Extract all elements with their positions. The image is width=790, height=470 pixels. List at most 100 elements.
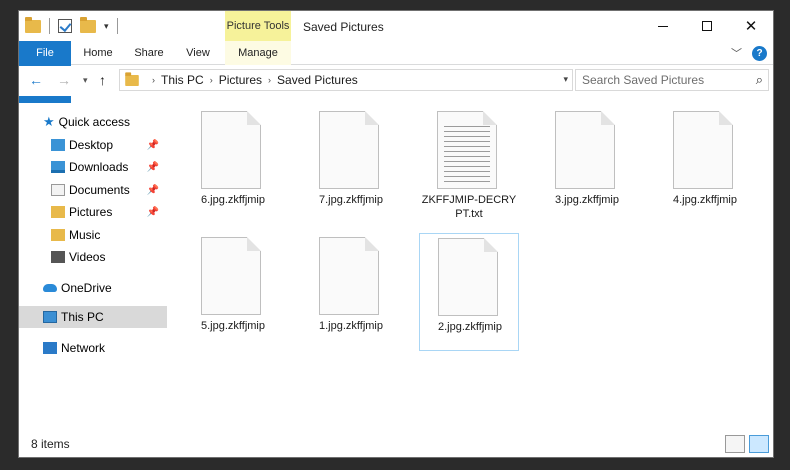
chevron-right-icon[interactable]: ›	[152, 75, 155, 85]
search-box[interactable]: ⌕	[575, 69, 769, 91]
nav-label: Pictures	[69, 205, 113, 219]
videos-icon	[51, 251, 65, 263]
status-bar: 8 items	[19, 433, 773, 457]
file-item[interactable]: ZKFFJMIP-DECRYPT.txt	[419, 107, 519, 225]
star-icon: ★	[43, 114, 55, 129]
breadcrumb-pictures[interactable]: Pictures	[219, 73, 262, 87]
quick-access-toolbar: ▾	[25, 16, 118, 34]
nav-network[interactable]: Network	[19, 337, 167, 359]
blank-file-icon	[673, 111, 733, 189]
file-name: 2.jpg.zkffjmip	[438, 321, 502, 333]
file-item[interactable]: 3.jpg.zkffjmip	[537, 107, 637, 225]
breadcrumb-saved-pictures[interactable]: Saved Pictures	[277, 73, 358, 87]
search-input[interactable]	[582, 73, 742, 87]
file-item[interactable]: 6.jpg.zkffjmip	[183, 107, 283, 225]
nav-downloads[interactable]: Downloads 📌	[19, 156, 167, 178]
pin-icon[interactable]: 📌	[147, 140, 159, 151]
chevron-right-icon[interactable]: ›	[268, 75, 271, 85]
file-item[interactable]: 4.jpg.zkffjmip	[655, 107, 755, 225]
nav-this-pc[interactable]: This PC	[19, 306, 167, 328]
location-folder-icon	[125, 71, 139, 86]
file-name: 1.jpg.zkffjmip	[319, 320, 383, 332]
tab-view[interactable]: View	[177, 41, 219, 65]
nav-quick-access[interactable]: ★ Quick access	[19, 111, 167, 133]
folder-icon[interactable]	[25, 16, 41, 33]
up-arrow-icon[interactable]: ↑	[99, 72, 106, 88]
customize-toolbar-dropdown-icon[interactable]: ▾	[104, 21, 109, 32]
documents-icon	[51, 184, 65, 196]
tab-manage[interactable]: Manage	[225, 41, 291, 65]
file-name: 7.jpg.zkffjmip	[319, 194, 383, 206]
close-button[interactable]: ✕	[729, 11, 773, 41]
file-name: 6.jpg.zkffjmip	[201, 194, 265, 206]
blank-file-icon	[319, 237, 379, 315]
navigation-pane: ★ Quick access Desktop 📌 Downloads 📌 Doc…	[19, 103, 167, 429]
blank-file-icon	[319, 111, 379, 189]
file-name: 4.jpg.zkffjmip	[673, 194, 737, 206]
file-item[interactable]: 1.jpg.zkffjmip	[301, 233, 401, 351]
address-bar[interactable]: › This PC › Pictures › Saved Pictures ▾	[119, 69, 573, 91]
file-item[interactable]: 7.jpg.zkffjmip	[301, 107, 401, 225]
ribbon-right-controls: ﹀ ?	[731, 45, 767, 61]
nav-desktop[interactable]: Desktop 📌	[19, 134, 167, 156]
tab-share[interactable]: Share	[127, 41, 171, 65]
file-name: ZKFFJMIP-DECRYPT.txt	[421, 194, 517, 220]
item-count: 8 items	[31, 437, 70, 451]
new-folder-icon[interactable]	[80, 16, 96, 33]
file-item[interactable]: 5.jpg.zkffjmip	[183, 233, 283, 351]
file-name: 5.jpg.zkffjmip	[201, 320, 265, 332]
file-item-selected[interactable]: 2.jpg.zkffjmip	[419, 233, 519, 351]
recent-locations-dropdown-icon[interactable]: ▾	[83, 75, 88, 86]
blank-file-icon	[438, 238, 498, 316]
nav-music[interactable]: Music	[19, 224, 167, 246]
nav-label: OneDrive	[61, 281, 112, 295]
maximize-icon	[702, 21, 712, 31]
pin-icon[interactable]: 📌	[147, 162, 159, 173]
nav-onedrive[interactable]: OneDrive	[19, 277, 167, 299]
back-arrow-icon[interactable]: ←	[29, 72, 43, 88]
properties-icon[interactable]	[58, 19, 72, 33]
nav-label: This PC	[61, 310, 104, 324]
window-title: Saved Pictures	[303, 20, 384, 34]
view-switcher	[725, 435, 769, 453]
chevron-right-icon[interactable]: ›	[210, 75, 213, 85]
picture-tools-context-label: Picture Tools	[225, 11, 291, 41]
large-icons-view-icon[interactable]	[749, 435, 769, 453]
title-bar: ▾ Picture Tools Saved Pictures ✕	[19, 11, 773, 41]
nav-pictures[interactable]: Pictures 📌	[19, 201, 167, 223]
nav-label: Desktop	[69, 138, 114, 152]
nav-label: Documents	[69, 183, 130, 197]
toolbar-separator	[116, 18, 118, 34]
nav-label: Videos	[69, 250, 106, 264]
address-row: ← → ▾ ↑ › This PC › Pictures › Saved Pic…	[19, 66, 773, 96]
file-list: 6.jpg.zkffjmip 7.jpg.zkffjmip ZKFFJMIP-D…	[169, 103, 773, 429]
expand-ribbon-chevron-icon[interactable]: ﹀	[731, 45, 742, 61]
desktop-icon	[51, 139, 65, 151]
toolbar-separator	[49, 18, 50, 34]
pin-icon[interactable]: 📌	[147, 185, 159, 196]
explorer-window: ▾ Picture Tools Saved Pictures ✕ File Ho…	[18, 10, 774, 458]
pin-icon[interactable]: 📌	[147, 207, 159, 218]
help-icon[interactable]: ?	[752, 45, 767, 61]
breadcrumb-this-pc[interactable]: This PC	[161, 73, 204, 87]
blank-file-icon	[555, 111, 615, 189]
blank-file-icon	[201, 111, 261, 189]
file-name: 3.jpg.zkffjmip	[555, 194, 619, 206]
details-view-icon[interactable]	[725, 435, 745, 453]
downloads-icon	[51, 161, 65, 173]
forward-arrow-icon[interactable]: →	[57, 72, 71, 88]
ribbon-tabs: File Home Share View Manage ﹀ ?	[19, 41, 773, 159]
minimize-icon	[658, 25, 668, 27]
nav-label: Quick access	[58, 115, 131, 129]
maximize-button[interactable]	[685, 11, 729, 41]
network-icon	[43, 342, 57, 354]
cloud-icon	[43, 284, 57, 292]
minimize-button[interactable]	[641, 11, 685, 41]
address-dropdown-icon[interactable]: ▾	[563, 74, 568, 85]
search-icon[interactable]: ⌕	[756, 72, 763, 88]
tab-home[interactable]: Home	[75, 41, 121, 65]
nav-videos[interactable]: Videos	[19, 246, 167, 268]
close-icon: ✕	[744, 18, 758, 35]
blank-file-icon	[201, 237, 261, 315]
nav-documents[interactable]: Documents 📌	[19, 179, 167, 201]
